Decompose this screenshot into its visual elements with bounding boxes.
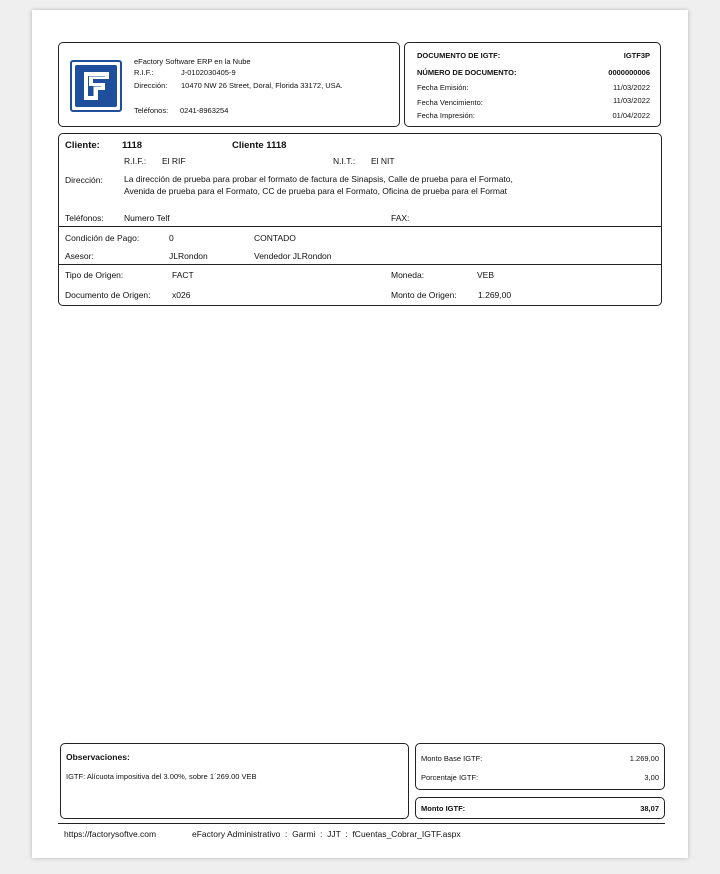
company-name: eFactory Software ERP en la Nube <box>134 57 251 66</box>
client-nit: El NIT <box>371 156 395 166</box>
company-phones: 0241-8963254 <box>180 106 229 115</box>
total-igtf-value: 38,07 <box>640 804 659 813</box>
issue-date-value: 11/03/2022 <box>613 83 650 92</box>
company-address: 10470 NW 26 Street, Doral, Florida 33172… <box>181 81 343 90</box>
document-title-value: IGTF3P <box>623 51 650 60</box>
document-number-label: NÚMERO DE DOCUMENTO: <box>417 68 517 77</box>
due-date-label: Fecha Vencimiento: <box>417 98 483 107</box>
document-title-label: DOCUMENTO DE IGTF: <box>417 51 501 60</box>
advisor-label: Asesor: <box>65 251 94 261</box>
observations-box: Observaciones: IGTF: Alícuota impositiva… <box>60 743 409 819</box>
company-header-box: eFactory Software ERP en la Nube R.I.F.:… <box>58 42 400 127</box>
company-logo <box>70 60 122 112</box>
issue-date-label: Fecha Emisión: <box>417 83 469 92</box>
origin-type-label: Tipo de Origen: <box>65 270 124 280</box>
client-phones-label: Teléfonos: <box>65 213 104 223</box>
total-igtf-box: Monto IGTF: 38,07 <box>415 797 665 819</box>
client-phones: Numero Telf <box>124 213 170 223</box>
payment-condition-label: Condición de Pago: <box>65 233 140 243</box>
total-igtf-label: Monto IGTF: <box>421 804 466 813</box>
origin-doc: x026 <box>172 290 191 300</box>
company-phones-label: Teléfonos: <box>134 106 169 115</box>
base-igtf-value: 1.269,00 <box>629 754 659 763</box>
origin-type: FACT <box>172 270 194 280</box>
origin-amount: 1.269,00 <box>478 290 512 300</box>
advisor-name: Vendedor JLRondon <box>254 251 332 261</box>
due-date-value: 11/03/2022 <box>613 96 650 105</box>
footer-divider <box>58 823 665 824</box>
payment-condition-name: CONTADO <box>254 233 296 243</box>
company-rif: J-0102030405-9 <box>181 68 236 77</box>
client-fax-label: FAX: <box>391 213 410 223</box>
origin-amount-label: Monto de Origen: <box>391 290 457 300</box>
pct-igtf-value: 3,00 <box>644 773 659 782</box>
currency-label: Moneda: <box>391 270 425 280</box>
company-rif-label: R.I.F.: <box>134 68 154 77</box>
client-address-label: Dirección: <box>65 175 103 185</box>
base-igtf-label: Monto Base IGTF: <box>421 754 483 763</box>
logo-mark-icon <box>75 65 117 107</box>
company-address-label: Dirección: <box>134 81 168 90</box>
currency: VEB <box>477 270 495 280</box>
client-address-line2: Avenida de prueba para el Formato, CC de… <box>124 186 508 196</box>
document-info-box: DOCUMENTO DE IGTF: IGTF3P NÚMERO DE DOCU… <box>404 42 661 127</box>
footer-url: https://factorysoftve.com <box>64 829 157 839</box>
client-box: Cliente: 1118 Cliente 1118 R.I.F.: El RI… <box>58 133 662 306</box>
totals-box: Monto Base IGTF: 1.269,00 Porcentaje IGT… <box>415 743 665 790</box>
divider <box>59 264 661 265</box>
client-rif-label: R.I.F.: <box>124 156 147 166</box>
observations-text: IGTF: Alícuota impositiva del 3.00%, sob… <box>66 772 257 781</box>
print-date-label: Fecha Impresión: <box>417 111 475 120</box>
payment-condition-code: 0 <box>169 233 174 243</box>
pct-igtf-label: Porcentaje IGTF: <box>421 773 479 782</box>
client-name: Cliente 1118 <box>232 140 287 151</box>
document-page: eFactory Software ERP en la Nube R.I.F.:… <box>32 10 688 858</box>
client-code: 1118 <box>122 140 143 151</box>
print-date-value: 01/04/2022 <box>612 111 650 120</box>
client-label: Cliente: <box>65 140 100 151</box>
client-address-line1: La dirección de prueba para probar el fo… <box>124 174 513 184</box>
observations-label: Observaciones: <box>66 752 130 762</box>
client-rif: El RIF <box>162 156 186 166</box>
client-nit-label: N.I.T.: <box>333 156 356 166</box>
document-number-value: 0000000006 <box>608 68 650 77</box>
origin-doc-label: Documento de Origen: <box>65 290 151 300</box>
footer-info: eFactory Administrativo : Garmi : JJT : … <box>192 829 461 839</box>
divider <box>59 226 661 227</box>
advisor-code: JLRondon <box>169 251 208 261</box>
